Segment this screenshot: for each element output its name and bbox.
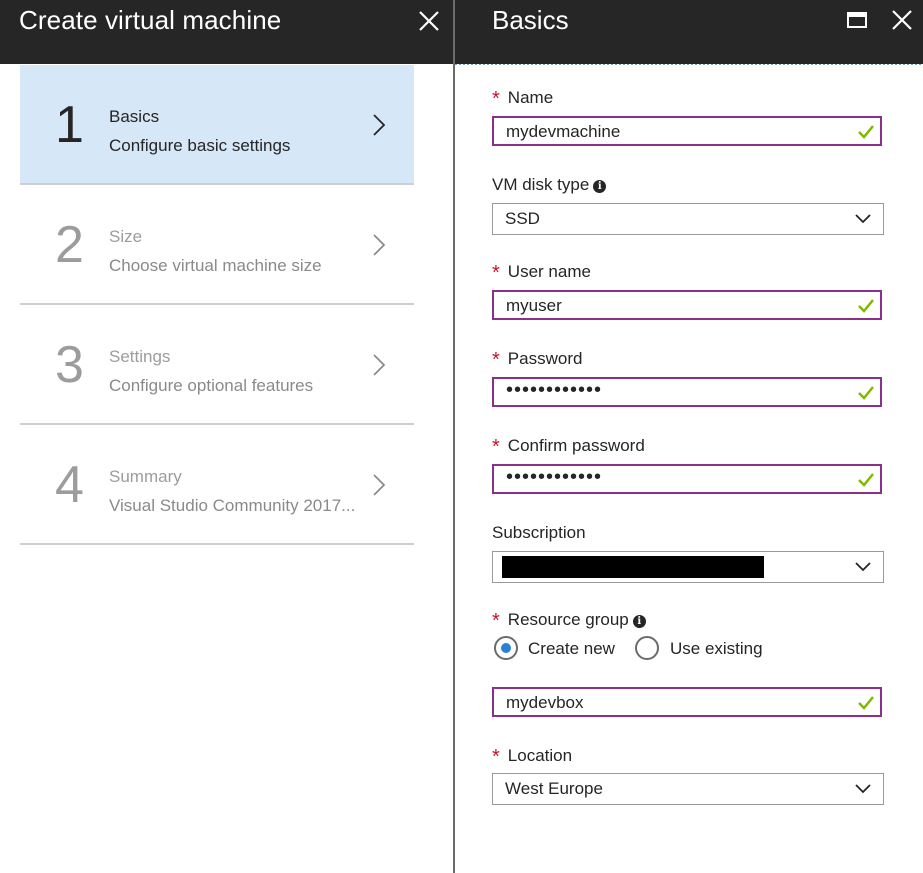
close-icon[interactable] [891, 9, 913, 31]
user-name-value: myuser [506, 296, 562, 315]
blade-header: Basics [455, 0, 923, 64]
checkmark-icon [858, 473, 874, 487]
chevron-right-icon [373, 114, 386, 136]
info-icon[interactable]: i [632, 615, 646, 628]
chevron-down-icon [855, 562, 871, 572]
chevron-right-icon [373, 474, 386, 496]
chevron-down-icon [855, 784, 871, 794]
user-name-input[interactable]: myuser [492, 290, 882, 320]
subscription-select[interactable] [492, 551, 884, 583]
create-new-radio[interactable] [494, 636, 518, 660]
vm-disk-type-select[interactable]: SSD [492, 203, 884, 235]
maximize-icon[interactable] [847, 12, 867, 28]
step-settings[interactable]: 3 Settings Configure optional features [20, 305, 414, 425]
password-label: * Password [492, 349, 583, 371]
blade-title: Create virtual machine [19, 5, 282, 35]
wizard-steps: 1 Basics Configure basic settings 2 Size… [20, 65, 414, 545]
confirm-password-value: •••••••••••• [506, 466, 603, 488]
password-value: •••••••••••• [506, 379, 603, 401]
step-basics[interactable]: 1 Basics Configure basic settings [20, 65, 414, 185]
blade-title: Basics [492, 5, 569, 35]
checkmark-icon [858, 696, 874, 710]
step-subtitle: Choose virtual machine size [109, 256, 322, 275]
checkmark-icon [858, 299, 874, 313]
chevron-right-icon [373, 234, 386, 256]
close-icon[interactable] [418, 10, 440, 32]
use-existing-radio[interactable] [635, 636, 659, 660]
resource-group-label: * Resource group i [492, 608, 646, 632]
password-input[interactable]: •••••••••••• [492, 377, 882, 407]
checkmark-icon [858, 125, 874, 139]
name-value: mydevmachine [506, 122, 621, 141]
required-star: * [492, 262, 500, 284]
info-icon[interactable]: i [593, 180, 607, 193]
step-subtitle: Visual Studio Community 2017... [109, 496, 356, 515]
blade-header: Create virtual machine [0, 0, 453, 64]
resource-group-input[interactable]: mydevbox [492, 687, 882, 717]
step-subtitle: Configure optional features [109, 376, 314, 395]
user-name-label: * User name [492, 262, 591, 284]
header-rule [455, 64, 923, 65]
step-number: 2 [55, 216, 84, 274]
create-vm-blade: Create virtual machine 1 Basics Configur… [0, 0, 453, 873]
step-size[interactable]: 2 Size Choose virtual machine size [20, 185, 414, 305]
step-number: 3 [55, 336, 84, 394]
location-label: * Location [492, 746, 573, 768]
step-number: 1 [55, 96, 84, 154]
required-star: * [492, 746, 500, 768]
required-star: * [492, 88, 500, 110]
confirm-password-label: * Confirm password [492, 436, 645, 458]
name-input[interactable]: mydevmachine [492, 116, 882, 146]
step-title: Size [109, 227, 143, 246]
step-title: Basics [109, 107, 160, 126]
vm-disk-type-label: VM disk type i [492, 175, 607, 195]
location-value: West Europe [505, 779, 603, 798]
vm-disk-type-value: SSD [505, 209, 540, 228]
step-title: Summary [109, 467, 182, 486]
redacted-block [502, 556, 764, 578]
step-subtitle: Configure basic settings [109, 136, 291, 155]
create-new-label[interactable]: Create new [528, 639, 615, 659]
required-star: * [492, 436, 500, 458]
use-existing-label[interactable]: Use existing [670, 639, 763, 659]
basics-blade: Basics * Name mydevmachine VM disk type i … [455, 0, 923, 873]
required-star: * [492, 349, 500, 371]
name-label: * Name [492, 88, 554, 110]
confirm-password-input[interactable]: •••••••••••• [492, 464, 882, 494]
step-number: 4 [55, 456, 84, 514]
step-summary[interactable]: 4 Summary Visual Studio Community 2017..… [20, 425, 414, 545]
location-select[interactable]: West Europe [492, 773, 884, 805]
subscription-label: Subscription [492, 523, 586, 542]
step-title: Settings [109, 347, 171, 366]
chevron-right-icon [373, 354, 386, 376]
required-star: * [492, 610, 500, 632]
resource-group-value: mydevbox [506, 693, 584, 712]
checkmark-icon [858, 386, 874, 400]
chevron-down-icon [855, 214, 871, 224]
